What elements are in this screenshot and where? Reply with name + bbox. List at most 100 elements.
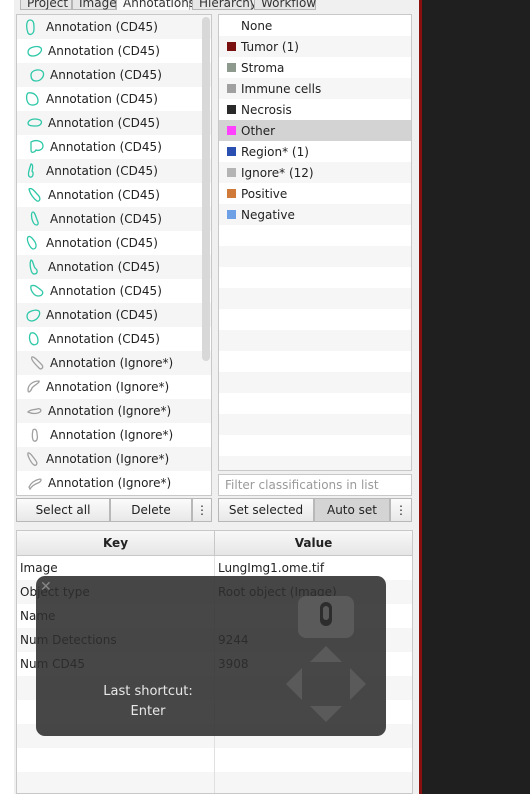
class-list-item[interactable]: Positive [219, 183, 411, 204]
shortcut-key: Enter [130, 704, 166, 719]
tab-workflow[interactable]: Workflow [254, 0, 316, 10]
annotation-shape-icon [27, 380, 40, 393]
class-list-empty-row [219, 267, 411, 288]
annotation-list-item[interactable]: Annotation (Ignore*) [17, 351, 211, 375]
class-color-swatch [227, 147, 236, 156]
annotation-list-item[interactable]: Annotation (CD45) [17, 255, 211, 279]
annotation-label: Annotation (Ignore*) [48, 404, 172, 418]
class-label: None [241, 18, 273, 33]
select-all-button[interactable]: Select all [16, 498, 110, 522]
column-header-value[interactable]: Value [215, 531, 412, 555]
set-selected-button[interactable]: Set selected [218, 498, 314, 522]
class-label: Immune cells [241, 81, 322, 96]
annotation-list-item[interactable]: Annotation (CD45) [17, 183, 211, 207]
filter-classifications-input[interactable]: Filter classifications in list [218, 474, 412, 496]
annotation-label: Annotation (CD45) [50, 212, 162, 226]
class-label: Tumor (1) [241, 39, 299, 54]
annotation-shape-icon [28, 187, 41, 202]
annotation-shape-icon [26, 19, 35, 36]
annotation-list[interactable]: Annotation (CD45) Annotation (CD45) Annota… [16, 14, 212, 496]
class-color-swatch [227, 189, 236, 198]
arrow-keys-icon [286, 646, 366, 722]
annotation-label: Annotation (CD45) [48, 188, 160, 202]
background-window-area [420, 0, 530, 794]
class-list-item[interactable]: Ignore* (12) [219, 162, 411, 183]
table-row[interactable] [17, 748, 412, 772]
class-label: Other [241, 123, 276, 138]
class-color-swatch [227, 168, 236, 177]
annotation-list-item[interactable]: Annotation (CD45) [17, 159, 211, 183]
annotation-shape-icon [27, 163, 34, 178]
tab-hierarchy[interactable]: Hierarchy [192, 0, 257, 10]
class-list-item[interactable]: None [219, 15, 411, 36]
class-list-item[interactable]: Stroma [219, 57, 411, 78]
annotation-shape-icon [30, 211, 39, 226]
class-color-swatch [227, 210, 236, 219]
annotation-list-item[interactable]: Annotation (CD45) [17, 87, 211, 111]
annotation-label: Annotation (CD45) [50, 140, 162, 154]
annotation-list-item[interactable]: Annotation (CD45) [17, 111, 211, 135]
annotation-list-item[interactable]: Annotation (CD45) [17, 279, 211, 303]
annotation-more-button[interactable]: ⋮ [192, 498, 212, 522]
annotation-shape-icon [30, 284, 44, 297]
annotation-list-item[interactable]: Annotation (CD45) [17, 327, 211, 351]
annotation-shape-icon [27, 452, 38, 466]
annotation-shape-icon [29, 259, 38, 275]
annotation-list-item[interactable]: Annotation (CD45) [17, 63, 211, 87]
shortcut-text: Last shortcut: Enter [76, 682, 220, 722]
annotation-list-item[interactable]: Annotation (Ignore*) [17, 375, 211, 399]
class-list-item[interactable]: Other [219, 120, 411, 141]
class-list-item[interactable]: Tumor (1) [219, 36, 411, 57]
class-more-button[interactable]: ⋮ [390, 498, 412, 522]
annotation-label: Annotation (CD45) [46, 20, 158, 34]
class-label: Negative [241, 207, 295, 222]
annotation-list-item[interactable]: Annotation (CD45) [17, 207, 211, 231]
annotation-label: Annotation (CD45) [48, 44, 160, 58]
annotation-list-scrollbar[interactable] [202, 17, 210, 361]
annotation-list-item[interactable]: Annotation (CD45) [17, 231, 211, 255]
annotation-label: Annotation (Ignore*) [46, 452, 170, 466]
annotation-list-item[interactable]: Annotation (CD45) [17, 135, 211, 159]
class-list-empty-row [219, 435, 411, 456]
table-row[interactable] [17, 772, 412, 793]
annotation-label: Annotation (CD45) [46, 92, 158, 106]
annotation-shape-icon [28, 332, 39, 346]
annotation-label: Annotation (Ignore*) [46, 380, 170, 394]
class-list-empty-row [219, 372, 411, 393]
close-icon[interactable]: ✕ [40, 579, 52, 595]
class-list-item[interactable]: Necrosis [219, 99, 411, 120]
class-label: Positive [241, 186, 288, 201]
class-label: Stroma [241, 60, 285, 75]
tab-project[interactable]: Project [20, 0, 72, 10]
class-list-empty-row [219, 246, 411, 267]
classification-list[interactable]: None Tumor (1) Stroma Immune cells Necrosis O… [218, 14, 412, 471]
annotation-list-item[interactable]: Annotation (Ignore*) [17, 399, 211, 423]
class-list-item[interactable]: Region* (1) [219, 141, 411, 162]
annotation-list-item[interactable]: Annotation (Ignore*) [17, 471, 211, 495]
annotation-label: Annotation (CD45) [46, 308, 158, 322]
class-label: Necrosis [241, 102, 292, 117]
annotation-shape-icon [27, 45, 43, 57]
annotation-list-item[interactable]: Annotation (Ignore*) [17, 423, 211, 447]
delete-button[interactable]: Delete [110, 498, 192, 522]
class-list-item[interactable]: Negative [219, 204, 411, 225]
annotation-list-item[interactable]: Annotation (CD45) [17, 15, 211, 39]
shortcut-label: Last shortcut: [103, 684, 193, 699]
tab-annotations[interactable]: Annotations [116, 0, 195, 10]
annotation-label: Annotation (Ignore*) [50, 428, 174, 442]
table-cell-value [215, 772, 412, 793]
annotation-list-item[interactable]: Annotation (CD45) [17, 39, 211, 63]
annotation-list-item[interactable]: Annotation (Ignore*) [17, 447, 211, 471]
annotation-shape-icon [26, 309, 41, 322]
auto-set-button[interactable]: Auto set [314, 498, 390, 522]
annotation-shape-icon [26, 408, 42, 415]
annotation-list-item[interactable]: Annotation (CD45) [17, 303, 211, 327]
annotation-shape-icon [30, 139, 44, 153]
annotation-shape-icon [27, 118, 43, 127]
class-list-empty-row [219, 288, 411, 309]
tab-image[interactable]: Image [72, 0, 117, 10]
column-header-key[interactable]: Key [17, 531, 215, 555]
class-list-empty-row [219, 225, 411, 246]
table-cell-key [17, 748, 215, 772]
class-list-item[interactable]: Immune cells [219, 78, 411, 99]
